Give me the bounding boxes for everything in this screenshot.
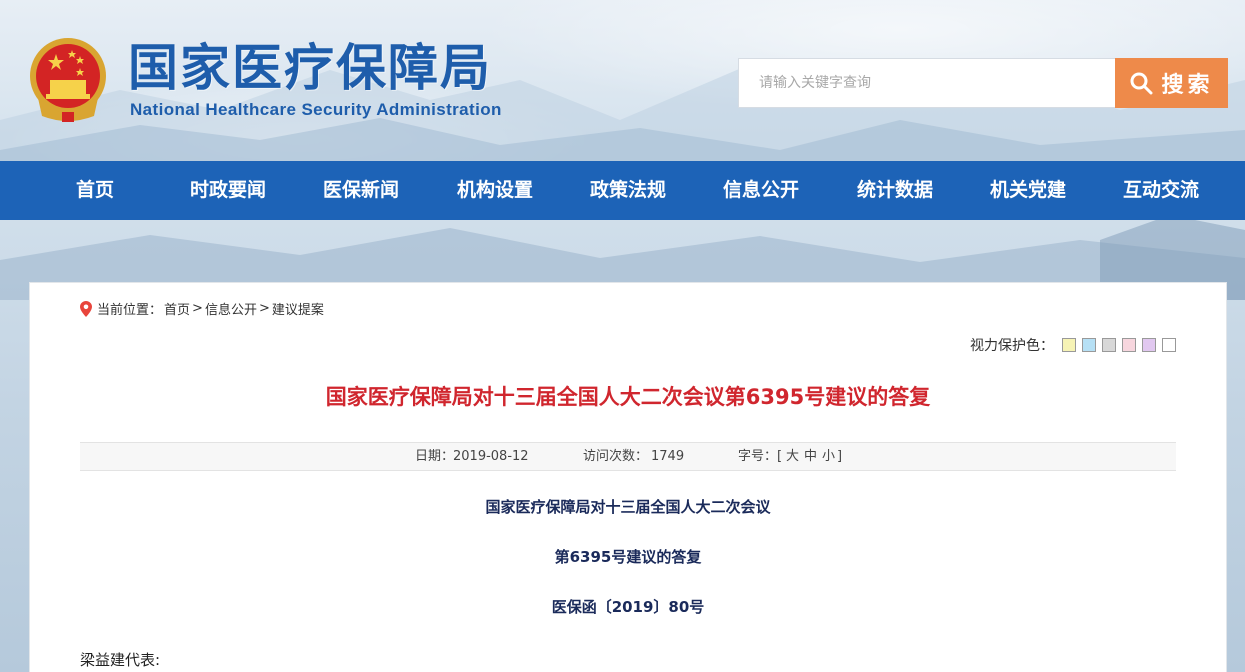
font-size-large[interactable]: 大	[786, 443, 799, 470]
search-button[interactable]: 搜索	[1115, 58, 1228, 108]
search-button-label: 搜索	[1161, 73, 1214, 98]
vision-label: 视力保护色：	[970, 338, 1054, 354]
site-title-en[interactable]: National Healthcare Security Administrat…	[130, 100, 502, 120]
breadcrumb-home[interactable]: 首页	[164, 299, 190, 318]
article-heading-line2: 第6395号建议的答复	[554, 548, 702, 566]
site-header: 国家医疗保障局 National Healthcare Security Adm…	[0, 0, 1245, 161]
national-emblem-icon	[30, 38, 106, 122]
breadcrumb-separator: >	[258, 301, 270, 316]
location-pin-icon	[80, 300, 92, 317]
nav-item-statistics[interactable]: 统计数据	[857, 161, 933, 220]
article-title: 国家医疗保障局对十三届全国人大二次会议第6395号建议的答复	[325, 385, 931, 409]
vision-protection-colors: 视力保护色：	[970, 335, 1176, 355]
breadcrumb-proposals[interactable]: 建议提案	[272, 299, 324, 318]
article-doc-number: 医保函〔2019〕80号	[551, 598, 705, 616]
breadcrumb-info-disclosure[interactable]: 信息公开	[205, 299, 257, 318]
vision-swatch-pink[interactable]	[1122, 338, 1136, 352]
breadcrumb-prefix: 当前位置：	[97, 303, 163, 318]
nav-item-organization[interactable]: 机构设置	[457, 161, 533, 220]
vision-swatch-blue[interactable]	[1082, 338, 1096, 352]
article-date-label: 日期：	[415, 449, 455, 464]
vision-swatch-white[interactable]	[1162, 338, 1176, 352]
nav-item-policy[interactable]: 政策法规	[590, 161, 666, 220]
article-meta-bar: 日期： 2019-08-12 访问次数： 1749 字号：[ 大 中 小 ]	[80, 442, 1176, 471]
font-size-end: ]	[837, 449, 843, 464]
search-input[interactable]	[738, 58, 1116, 108]
vision-swatch-gray[interactable]	[1102, 338, 1116, 352]
vision-swatch-purple[interactable]	[1142, 338, 1156, 352]
site-title-cn[interactable]: 国家医疗保障局	[128, 40, 492, 96]
vision-swatch-yellow[interactable]	[1062, 338, 1076, 352]
article-visits-label: 访问次数：	[583, 449, 649, 464]
font-size-medium[interactable]: 中	[804, 443, 817, 470]
nav-item-party[interactable]: 机关党建	[990, 161, 1066, 220]
content-panel: 当前位置： 首页 > 信息公开 > 建议提案 视力保护色： 国家医疗保障局对十三…	[29, 282, 1227, 672]
search-icon	[1130, 72, 1153, 95]
font-size-small[interactable]: 小	[822, 443, 835, 470]
breadcrumb-separator: >	[192, 301, 203, 316]
article-heading-line1: 国家医疗保障局对十三届全国人大二次会议	[485, 498, 771, 516]
article-date: 2019-08-12	[453, 449, 529, 464]
breadcrumb: 当前位置： 首页 > 信息公开 > 建议提案	[80, 299, 324, 318]
nav-item-healthcare-news[interactable]: 医保新闻	[323, 161, 399, 220]
article-visits: 1749	[651, 449, 685, 464]
article-salutation: 梁益建代表:	[80, 651, 161, 669]
nav-item-home[interactable]: 首页	[76, 161, 114, 220]
main-nav: 首页 时政要闻 医保新闻 机构设置 政策法规 信息公开 统计数据 机关党建 互动…	[0, 161, 1245, 220]
nav-item-news[interactable]: 时政要闻	[190, 161, 266, 220]
font-size-label: 字号：[	[738, 449, 783, 464]
nav-item-interaction[interactable]: 互动交流	[1123, 161, 1199, 220]
nav-item-info-disclosure[interactable]: 信息公开	[723, 161, 799, 220]
